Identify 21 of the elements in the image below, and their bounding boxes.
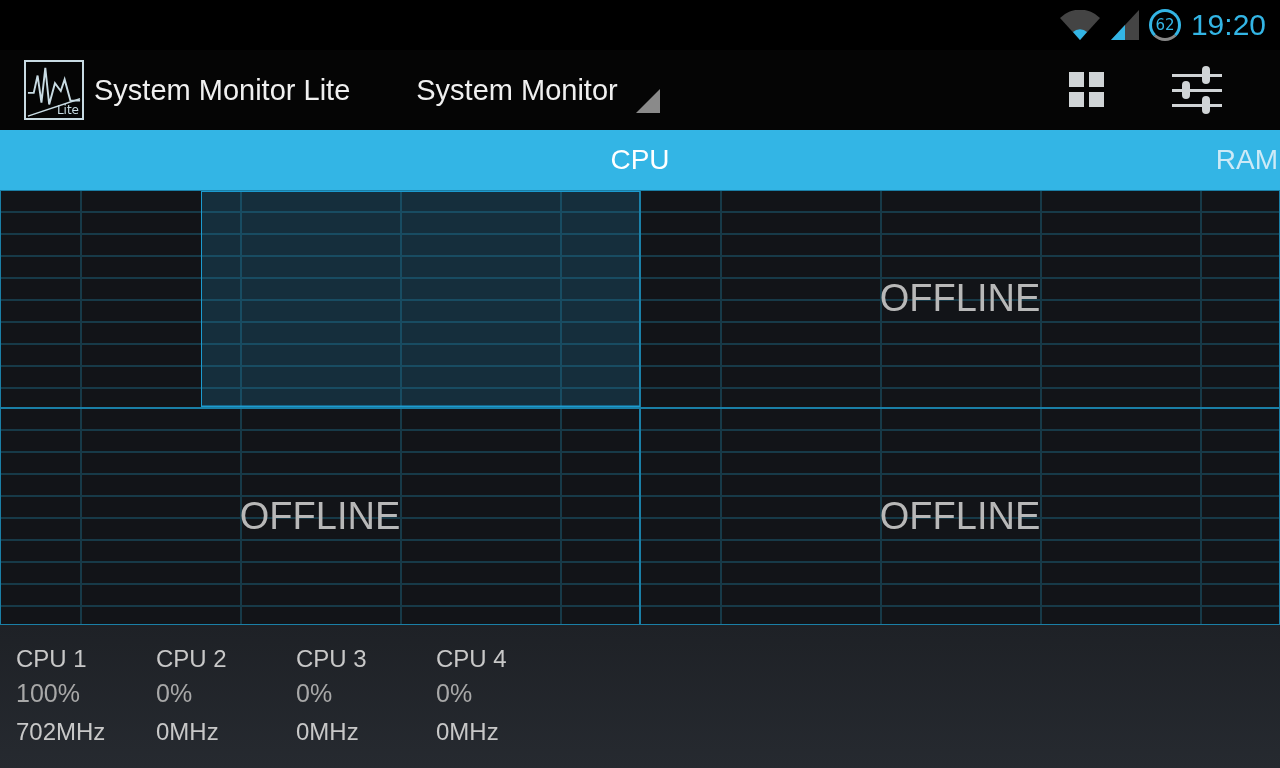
offline-label: OFFLINE — [239, 494, 401, 538]
offline-label: OFFLINE — [879, 277, 1041, 321]
cpu-load: 0% — [436, 679, 474, 708]
cpu-load: 0% — [156, 679, 194, 708]
wifi-icon — [1058, 10, 1101, 40]
cpu-load: 100% — [16, 679, 81, 708]
cpu-name: CPU 4 — [436, 645, 508, 673]
cpu-frequency: 0MHz — [436, 718, 500, 746]
cpu-load: 0% — [296, 679, 334, 708]
cpu-frequency: 0MHz — [296, 718, 360, 746]
app-logo[interactable]: Lite — [24, 60, 84, 120]
clock: 19:20 — [1190, 8, 1266, 42]
cpu-name: CPU 3 — [296, 645, 368, 673]
signal-icon — [1110, 10, 1139, 40]
offline-label: OFFLINE — [879, 494, 1041, 538]
cpu-frequency: 0MHz — [156, 718, 220, 746]
cpu-frequency: 702MHz — [16, 718, 107, 746]
app-title: System Monitor Lite — [94, 73, 351, 107]
cpu-name: CPU 2 — [156, 645, 228, 673]
cpu-name: CPU 1 — [16, 645, 88, 673]
battery-indicator: 62 — [1148, 9, 1181, 41]
